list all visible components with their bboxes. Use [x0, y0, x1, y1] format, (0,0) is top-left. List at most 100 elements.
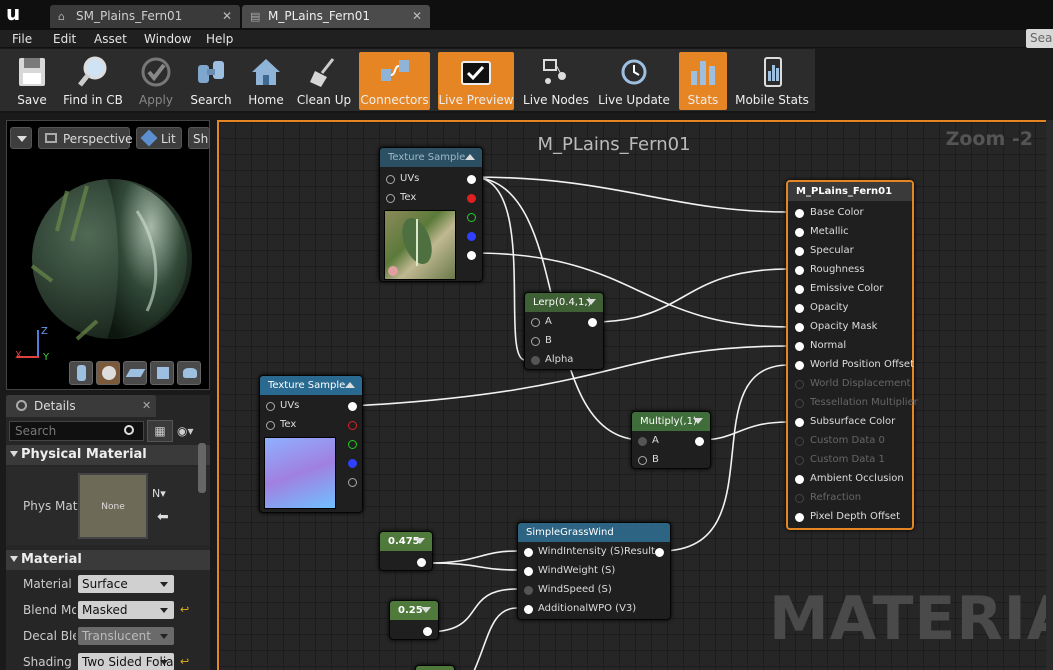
decal-blend-combo[interactable]: Translucent [78, 627, 174, 645]
menu-window[interactable]: Window [144, 30, 191, 48]
constant-node-partial[interactable] [415, 665, 455, 670]
save-button[interactable]: Save [6, 52, 58, 110]
phys-mat-combo[interactable]: N▾ [152, 487, 174, 505]
output-a-pin[interactable] [467, 251, 476, 260]
result-pin-10[interactable] [795, 399, 804, 408]
clean-up-button[interactable]: Clean Up [294, 52, 354, 110]
mobile-stats-button[interactable]: Mobile Stats [733, 52, 811, 110]
material-category[interactable]: Material [6, 550, 210, 570]
pin-b[interactable] [638, 456, 647, 465]
custom-mesh-preview-button[interactable] [177, 361, 201, 385]
perspective-button[interactable]: Perspective [38, 127, 133, 149]
stats-button[interactable]: Stats [679, 52, 727, 110]
phys-mat-thumbnail[interactable]: None [78, 473, 148, 539]
tab-material[interactable]: ▤ M_PLains_Fern01 ✕ [242, 5, 430, 28]
output-b-pin[interactable] [467, 232, 476, 241]
find-in-cb-button[interactable]: Find in CB [60, 52, 126, 110]
collapse-icon[interactable] [465, 154, 475, 160]
output-b-pin[interactable] [348, 459, 357, 468]
constant-node[interactable]: 0.25 [389, 600, 439, 640]
pin-a[interactable] [531, 318, 540, 327]
use-selected-arrow-icon[interactable]: ⬅ [157, 509, 169, 525]
grid-view-button[interactable]: ▦ [147, 420, 173, 442]
menu-help[interactable]: Help [206, 30, 233, 48]
menu-asset[interactable]: Asset [94, 30, 127, 48]
cube-preview-button[interactable] [150, 361, 174, 385]
result-pin-11[interactable] [795, 418, 804, 427]
output-rgb-pin[interactable] [348, 402, 357, 411]
physical-material-category[interactable]: Physical Material [6, 445, 210, 465]
preview-viewport[interactable]: Perspective Lit Sh Z X Y [6, 120, 210, 390]
collapse-icon[interactable] [345, 382, 355, 388]
result-pin-2[interactable] [795, 247, 804, 256]
menu-edit[interactable]: Edit [53, 30, 76, 48]
result-pin-4[interactable] [795, 285, 804, 294]
pin-wind-weight[interactable] [524, 567, 533, 576]
result-pin-5[interactable] [795, 304, 804, 313]
multiply-node[interactable]: Multiply(,1) A B [631, 411, 711, 469]
tab-static-mesh[interactable]: ⌂ SM_Plains_Fern01 ✕ [50, 5, 240, 28]
apply-button[interactable]: Apply [130, 52, 182, 110]
scrollbar-thumb[interactable] [198, 443, 206, 493]
pin-alpha[interactable] [531, 356, 540, 365]
result-pin-9[interactable] [795, 380, 804, 389]
output-r-pin[interactable] [467, 194, 476, 203]
pin-a[interactable] [638, 437, 647, 446]
pin-uvs[interactable] [266, 402, 275, 411]
viewport-options-button[interactable] [10, 127, 32, 149]
live-update-button[interactable]: Live Update [598, 52, 670, 110]
result-pin-8[interactable] [795, 361, 804, 370]
material-graph-canvas[interactable]: M_PLains_Fern01 Zoom -2 MATERIAL Texture… [217, 120, 1053, 670]
result-pin-6[interactable] [795, 323, 804, 332]
close-icon[interactable]: ✕ [412, 5, 422, 28]
simple-grass-wind-node[interactable]: SimpleGrassWind WindIntensity (S) WindWe… [517, 522, 671, 620]
sphere-preview-button[interactable] [96, 361, 120, 385]
collapse-icon[interactable] [693, 418, 703, 424]
menu-file[interactable]: File [12, 30, 32, 48]
output-g-pin[interactable] [348, 440, 357, 449]
collapse-icon[interactable] [415, 538, 425, 544]
pin-wind-intensity[interactable] [524, 548, 533, 557]
material-domain-combo[interactable]: Surface [78, 575, 174, 593]
output-pin[interactable] [695, 437, 704, 446]
result-pin-15[interactable] [795, 494, 804, 503]
output-r-pin[interactable] [348, 421, 357, 430]
collapse-icon[interactable] [586, 299, 596, 305]
pin-additional-wpo[interactable] [524, 605, 533, 614]
unreal-logo[interactable]: u [6, 1, 32, 27]
result-pin-0[interactable] [795, 209, 804, 218]
pin-wind-speed[interactable] [524, 586, 533, 595]
result-pin-14[interactable] [795, 475, 804, 484]
material-result-node[interactable]: M_PLains_Fern01 Base Color Metallic Specul… [786, 180, 918, 530]
pin-tex[interactable] [386, 194, 395, 203]
lit-button[interactable]: Lit [136, 127, 182, 149]
pin-b[interactable] [531, 337, 540, 346]
constant-node[interactable]: 0.475 [379, 531, 433, 571]
output-rgb-pin[interactable] [467, 175, 476, 184]
pin-uvs[interactable] [386, 175, 395, 184]
plane-preview-button[interactable] [123, 361, 147, 385]
result-pin-13[interactable] [795, 456, 804, 465]
pin-tex[interactable] [266, 421, 275, 430]
output-pin[interactable] [423, 627, 432, 636]
output-a-pin[interactable] [348, 478, 357, 487]
lerp-node[interactable]: Lerp(0.4,1,) A B Alpha [524, 292, 604, 370]
blend-mode-combo[interactable]: Masked [78, 601, 174, 619]
result-pin-7[interactable] [795, 342, 804, 351]
output-pin[interactable] [588, 318, 597, 327]
result-pin-16[interactable] [795, 513, 804, 522]
live-preview-button[interactable]: Live Preview [438, 52, 514, 110]
result-pin-1[interactable] [795, 228, 804, 237]
result-pin-3[interactable] [795, 266, 804, 275]
close-icon[interactable]: ✕ [142, 395, 151, 417]
live-nodes-button[interactable]: Live Nodes [520, 52, 592, 110]
cylinder-preview-button[interactable] [69, 361, 93, 385]
connectors-button[interactable]: Connectors [359, 52, 430, 110]
tab-details[interactable]: Details ✕ [6, 395, 156, 417]
shading-model-combo[interactable]: Two Sided Foliage [78, 653, 174, 670]
output-g-pin[interactable] [467, 213, 476, 222]
reset-to-default-icon[interactable]: ↩ [180, 598, 189, 622]
output-pin[interactable] [417, 558, 426, 567]
search-button[interactable]: Search [186, 52, 236, 110]
texture-sample-node[interactable]: Texture Sample UVs Tex [379, 147, 483, 282]
